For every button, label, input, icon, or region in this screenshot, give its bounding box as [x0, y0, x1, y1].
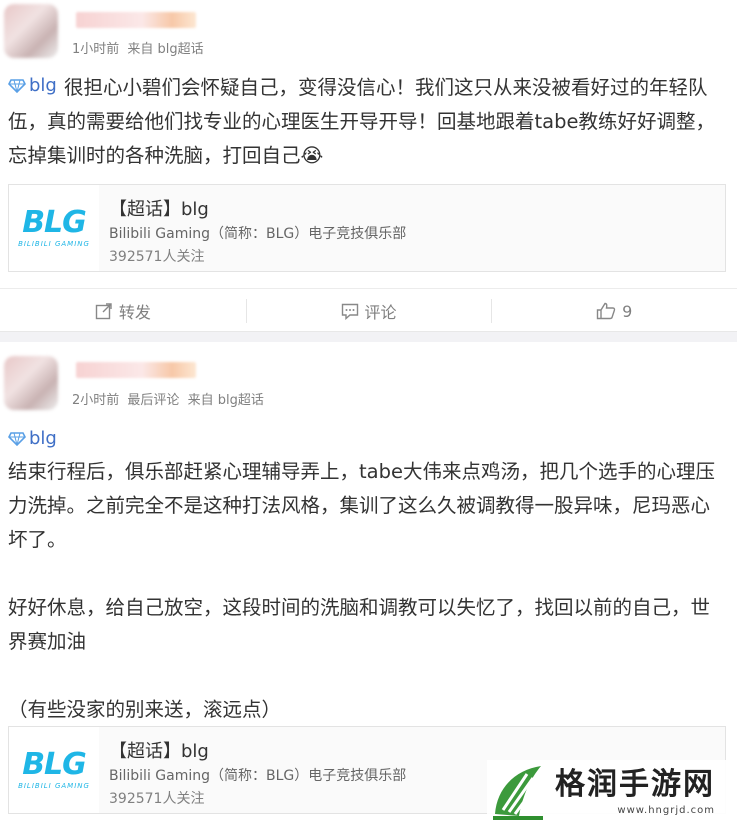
post-1: 1小时前 来自 blg超话 blg 很担心小碧们会怀疑自己，变得没信心！我们这只…: [0, 0, 737, 331]
card-title: 【超话】blg: [109, 741, 209, 762]
action-bar: 转发 评论 9: [0, 288, 737, 333]
post-paragraph: 很担心小碧们会怀疑自己，变得没信心！我们这只从来没被看好过的年轻队伍，真的需要给…: [8, 76, 715, 167]
topic-tag-label: blg: [29, 428, 57, 449]
repost-button[interactable]: 转发: [0, 289, 246, 333]
avatar[interactable]: [4, 356, 58, 410]
post-meta: 2小时前 最后评论 来自 blg超话: [72, 389, 268, 408]
blg-logo: BLG BILIBILI GAMING: [9, 185, 99, 271]
post-source[interactable]: 来自 blg超话: [127, 42, 203, 57]
blg-logo: BLG BILIBILI GAMING: [9, 727, 99, 813]
site-logo-icon: [493, 766, 543, 820]
post-separator: [0, 331, 737, 342]
post-time[interactable]: 2小时前: [72, 393, 119, 408]
card-description: Bilibili Gaming（简称：BLG）电子竞技俱乐部: [109, 226, 407, 242]
topic-tag[interactable]: blg: [8, 428, 57, 449]
username-blurred[interactable]: [76, 12, 196, 28]
card-followers: 392571人关注: [109, 249, 205, 265]
post-paragraph: 结束行程后，俱乐部赶紧心理辅导弄上，tabe大伟来点鸡汤，把几个选手的心理压力洗…: [8, 460, 715, 551]
like-button[interactable]: 9: [491, 289, 737, 333]
diamond-icon: [8, 431, 26, 446]
topic-card[interactable]: BLG BILIBILI GAMING 【超话】blg Bilibili Gam…: [8, 184, 726, 272]
repost-icon: [95, 303, 112, 320]
post-source[interactable]: 来自 blg超话: [188, 393, 264, 408]
card-description: Bilibili Gaming（简称：BLG）电子竞技俱乐部: [109, 768, 407, 784]
username-blurred[interactable]: [76, 362, 196, 378]
post-paragraph: （有些没家的别来送，滚远点）: [8, 698, 282, 721]
post-paragraph: 好好休息，给自己放空，这段时间的洗脑和调教可以失忆了，找回以前的自己，世界赛加油: [8, 596, 711, 653]
post-2: 2小时前 最后评论 来自 blg超话 blg 结束行程后，俱乐部赶紧心理辅导弄上…: [0, 342, 737, 823]
card-title: 【超话】blg: [109, 199, 209, 220]
watermark-title: 格润手游网: [555, 766, 715, 802]
thumbs-up-icon: [596, 302, 616, 320]
avatar[interactable]: [4, 4, 58, 58]
post-last-comment: 最后评论: [127, 393, 180, 408]
post-body: 很担心小碧们会怀疑自己，变得没信心！我们这只从来没被看好过的年轻队伍，真的需要给…: [8, 71, 729, 173]
site-watermark: 格润手游网 www.hngrjd.com: [487, 760, 733, 822]
card-followers: 392571人关注: [109, 791, 205, 807]
like-count: 9: [622, 301, 633, 321]
post-meta: 1小时前 来自 blg超话: [72, 38, 208, 57]
post-body: 结束行程后，俱乐部赶紧心理辅导弄上，tabe大伟来点鸡汤，把几个选手的心理压力洗…: [8, 455, 729, 727]
comment-icon: [341, 303, 358, 320]
comment-button[interactable]: 评论: [245, 289, 492, 333]
watermark-url: www.hngrjd.com: [617, 804, 715, 816]
post-time[interactable]: 1小时前: [72, 42, 119, 57]
